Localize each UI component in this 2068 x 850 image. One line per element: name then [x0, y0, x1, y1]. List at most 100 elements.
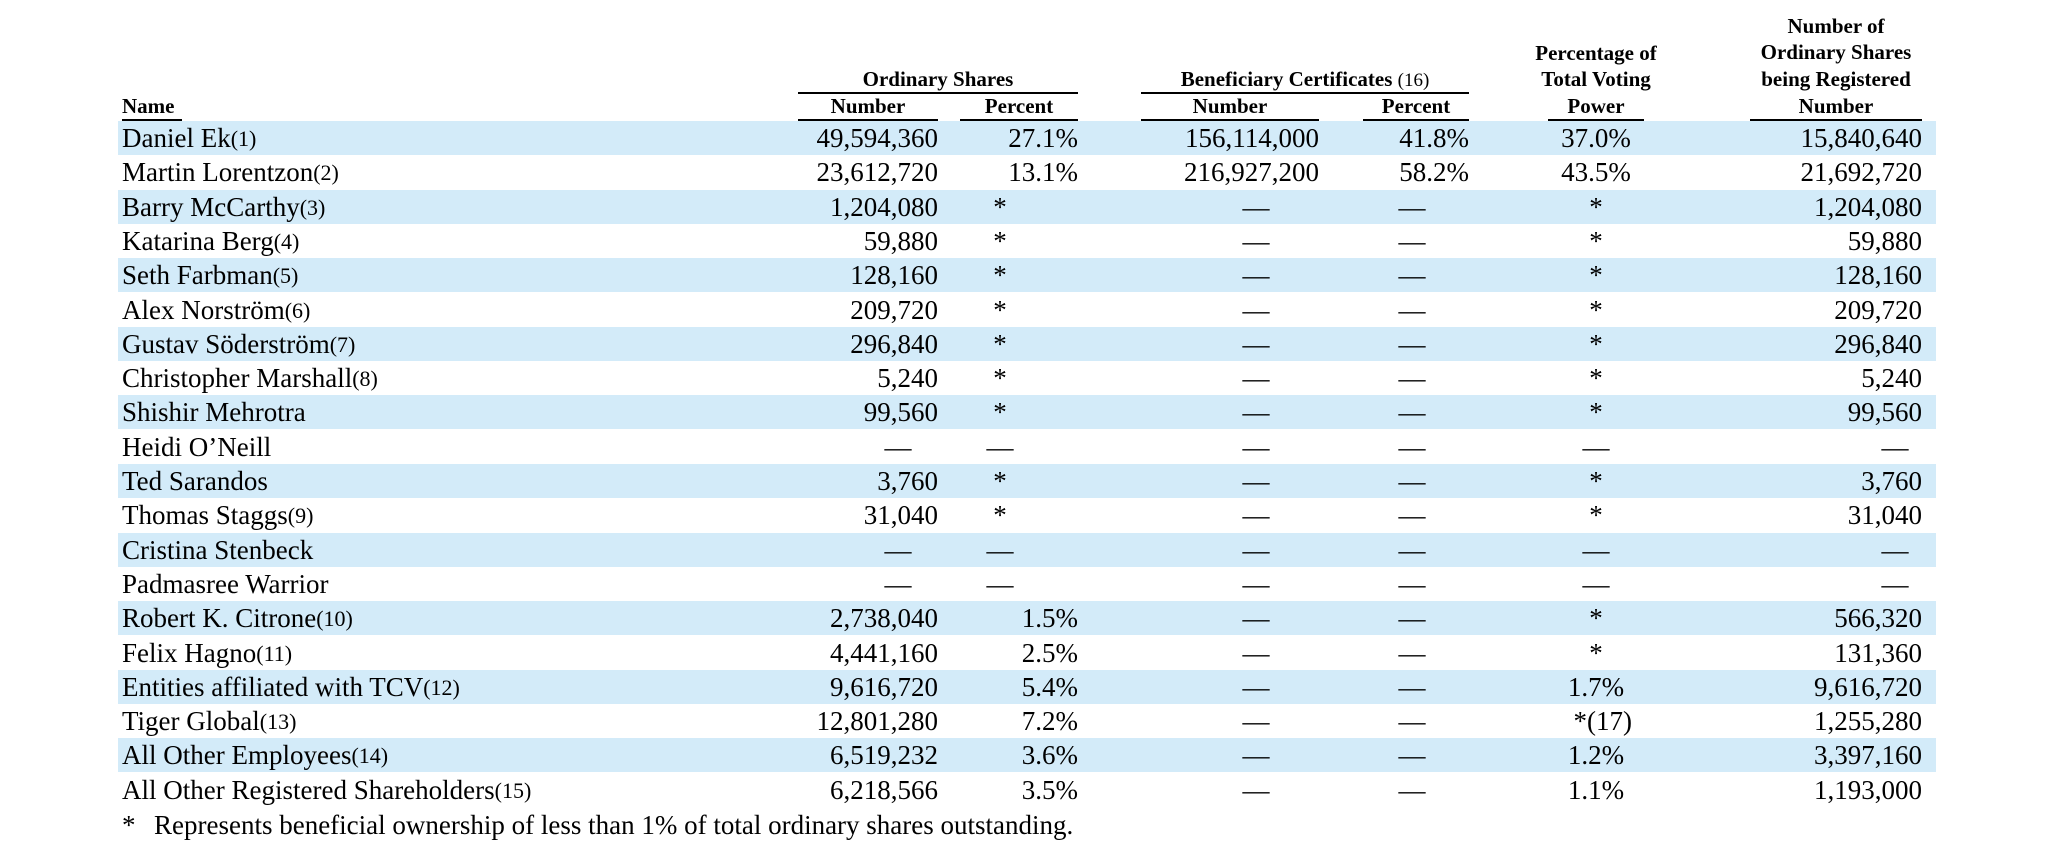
beneficiary-certificates-percent: —	[1398, 774, 1426, 805]
shareholder-name-text: Shishir Mehrotra	[122, 397, 306, 428]
footnote-reference: (10)	[316, 606, 353, 632]
beneficiary-certificates-number: —	[1242, 671, 1270, 702]
ordinary-shares-number: 23,612,720	[816, 157, 939, 188]
ordinary-shares-percent: 2.5%	[1021, 637, 1078, 668]
ordinary-shares-percent: 27.1%	[1008, 123, 1078, 153]
beneficiary-certificates-number: —	[1242, 431, 1270, 462]
beneficiary-certificates-number: —	[1242, 363, 1270, 394]
registered-shares-number: —	[1881, 534, 1909, 565]
shareholder-name: All Other Employees(14)	[122, 738, 388, 772]
beneficiary-certificates-percent: —	[1398, 294, 1426, 325]
header-voting-1: Percentage of	[1535, 41, 1657, 65]
shareholder-name: Barry McCarthy(3)	[122, 190, 325, 224]
beneficiary-certificates-percent: —	[1398, 637, 1426, 668]
voting-power-percent: *	[1589, 500, 1603, 531]
footnote-reference: (2)	[313, 160, 339, 186]
registered-shares-number: 99,560	[1847, 397, 1922, 428]
table-row: Barry McCarthy(3) 1,204,080 * — — * 1,204,080	[118, 189, 1936, 224]
beneficiary-certificates-percent: —	[1398, 260, 1426, 291]
ordinary-shares-percent: *	[993, 363, 1007, 394]
beneficiary-certificates-percent: —	[1398, 568, 1426, 599]
voting-power-percent: —	[1582, 431, 1610, 462]
ordinary-shares-percent: 13.1%	[1008, 157, 1078, 188]
ordinary-shares-percent: *	[993, 260, 1007, 291]
voting-power-percent: —	[1582, 534, 1610, 565]
header-bc-percent: Percent	[1363, 93, 1469, 121]
shareholder-name-text: Barry McCarthy	[122, 191, 300, 222]
table-row: Christopher Marshall(8) 5,240 * — — * 5,240	[118, 361, 1936, 395]
ordinary-shares-number: 99,560	[863, 397, 938, 428]
ordinary-shares-number: 6,519,232	[830, 740, 938, 771]
registered-shares-number: 3,397,160	[1814, 740, 1922, 771]
shareholder-name-text: All Other Employees	[122, 740, 352, 771]
table-row: Ted Sarandos 3,760 * — — * 3,760	[118, 464, 1936, 498]
beneficiary-certificates-percent: —	[1398, 363, 1426, 394]
table-row: Heidi O’Neill — — — — — —	[118, 430, 1936, 464]
ordinary-shares-percent: —	[986, 568, 1014, 599]
beneficiary-certificates-number: —	[1242, 466, 1270, 496]
ordinary-shares-percent: *	[993, 500, 1007, 531]
registered-shares-number: 1,255,280	[1814, 706, 1922, 737]
header-beneficiary-certificates: Beneficiary Certificates (16)	[1141, 66, 1469, 94]
shareholder-name: Padmasree Warrior	[122, 567, 329, 601]
voting-power-percent: 1.7%	[1567, 671, 1625, 702]
ordinary-shares-percent: —	[986, 431, 1014, 462]
beneficiary-certificates-percent: —	[1398, 706, 1426, 737]
table-row: Seth Farbman(5) 128,160 * — — * 128,160	[118, 258, 1936, 293]
ordinary-shares-number: 5,240	[877, 363, 938, 394]
footnote-reference: (9)	[287, 503, 314, 529]
shareholder-name: Cristina Stenbeck	[122, 533, 313, 567]
table-row: Alex Norström(6) 209,720 * — — * 209,720	[118, 293, 1936, 327]
shareholder-name-text: Cristina Stenbeck	[122, 534, 314, 565]
shareholder-name: Tiger Global(13)	[122, 704, 296, 738]
beneficiary-certificates-percent: —	[1398, 500, 1426, 531]
beneficiary-certificates-number: —	[1242, 534, 1270, 565]
beneficiary-certificates-number: —	[1242, 774, 1270, 805]
beneficiary-certificates-number: —	[1242, 225, 1270, 256]
registered-shares-number: 3,760	[1861, 466, 1922, 496]
footnote-reference: (12)	[423, 674, 460, 700]
ordinary-shares-percent: *	[993, 328, 1007, 359]
table-row: Gustav Söderström(7) 296,840 * — — * 296,840	[118, 326, 1936, 361]
header-bc-number: Number	[1141, 93, 1319, 121]
voting-power-percent: *	[1589, 603, 1603, 634]
shareholder-name-text: Alex Norström	[122, 294, 285, 325]
ordinary-shares-number: 128,160	[850, 260, 938, 291]
shareholder-name: Martin Lorentzon(2)	[122, 155, 339, 189]
ordinary-shares-percent: 3.6%	[1021, 740, 1078, 771]
registered-shares-number: 131,360	[1834, 637, 1922, 668]
beneficiary-certificates-number: —	[1242, 328, 1270, 359]
table-row: Shishir Mehrotra 99,560 * — — * 99,560	[118, 395, 1936, 430]
beneficiary-certificates-percent: —	[1398, 740, 1426, 771]
beneficiary-certificates-number: —	[1242, 603, 1270, 634]
beneficiary-certificates-percent: —	[1398, 603, 1426, 634]
shareholder-name: Alex Norström(6)	[122, 293, 310, 327]
shareholder-name-text: Seth Farbman	[122, 260, 273, 291]
beneficiary-certificates-percent: —	[1398, 431, 1426, 462]
shareholder-name-text: Christopher Marshall	[122, 363, 353, 394]
shareholder-name: Katarina Berg(4)	[122, 224, 299, 258]
beneficiary-certificates-percent: —	[1398, 534, 1426, 565]
shareholder-name: Felix Hagno(11)	[122, 636, 292, 670]
registered-shares-number: 128,160	[1834, 260, 1922, 291]
voting-power-percent: 37.0%	[1561, 123, 1631, 153]
footnote-reference: (6)	[284, 297, 311, 323]
beneficiary-certificates-number: —	[1242, 191, 1270, 222]
shareholder-name-text: Heidi O’Neill	[122, 431, 272, 462]
voting-power-percent: *(17)	[1573, 706, 1632, 737]
registered-shares-number: 5,240	[1861, 363, 1922, 394]
ordinary-shares-percent: 5.4%	[1021, 671, 1078, 702]
shareholder-name-text: Thomas Staggs	[122, 500, 288, 531]
footnote-reference: (15)	[494, 777, 532, 803]
header-bc-footnote: (16)	[1397, 70, 1430, 91]
beneficiary-certificates-number: —	[1242, 568, 1270, 599]
voting-power-percent: *	[1589, 466, 1603, 496]
ordinary-shares-number: —	[884, 568, 912, 599]
header-voting-3: Power	[1548, 93, 1644, 121]
shareholder-name-text: Felix Hagno	[122, 637, 257, 668]
footnote-reference: (11)	[256, 640, 293, 666]
shareholder-name-text: Martin Lorentzon	[122, 157, 314, 188]
registered-shares-number: 21,692,720	[1800, 157, 1923, 188]
shareholder-name: Seth Farbman(5)	[122, 258, 298, 292]
registered-shares-number: —	[1881, 568, 1909, 599]
